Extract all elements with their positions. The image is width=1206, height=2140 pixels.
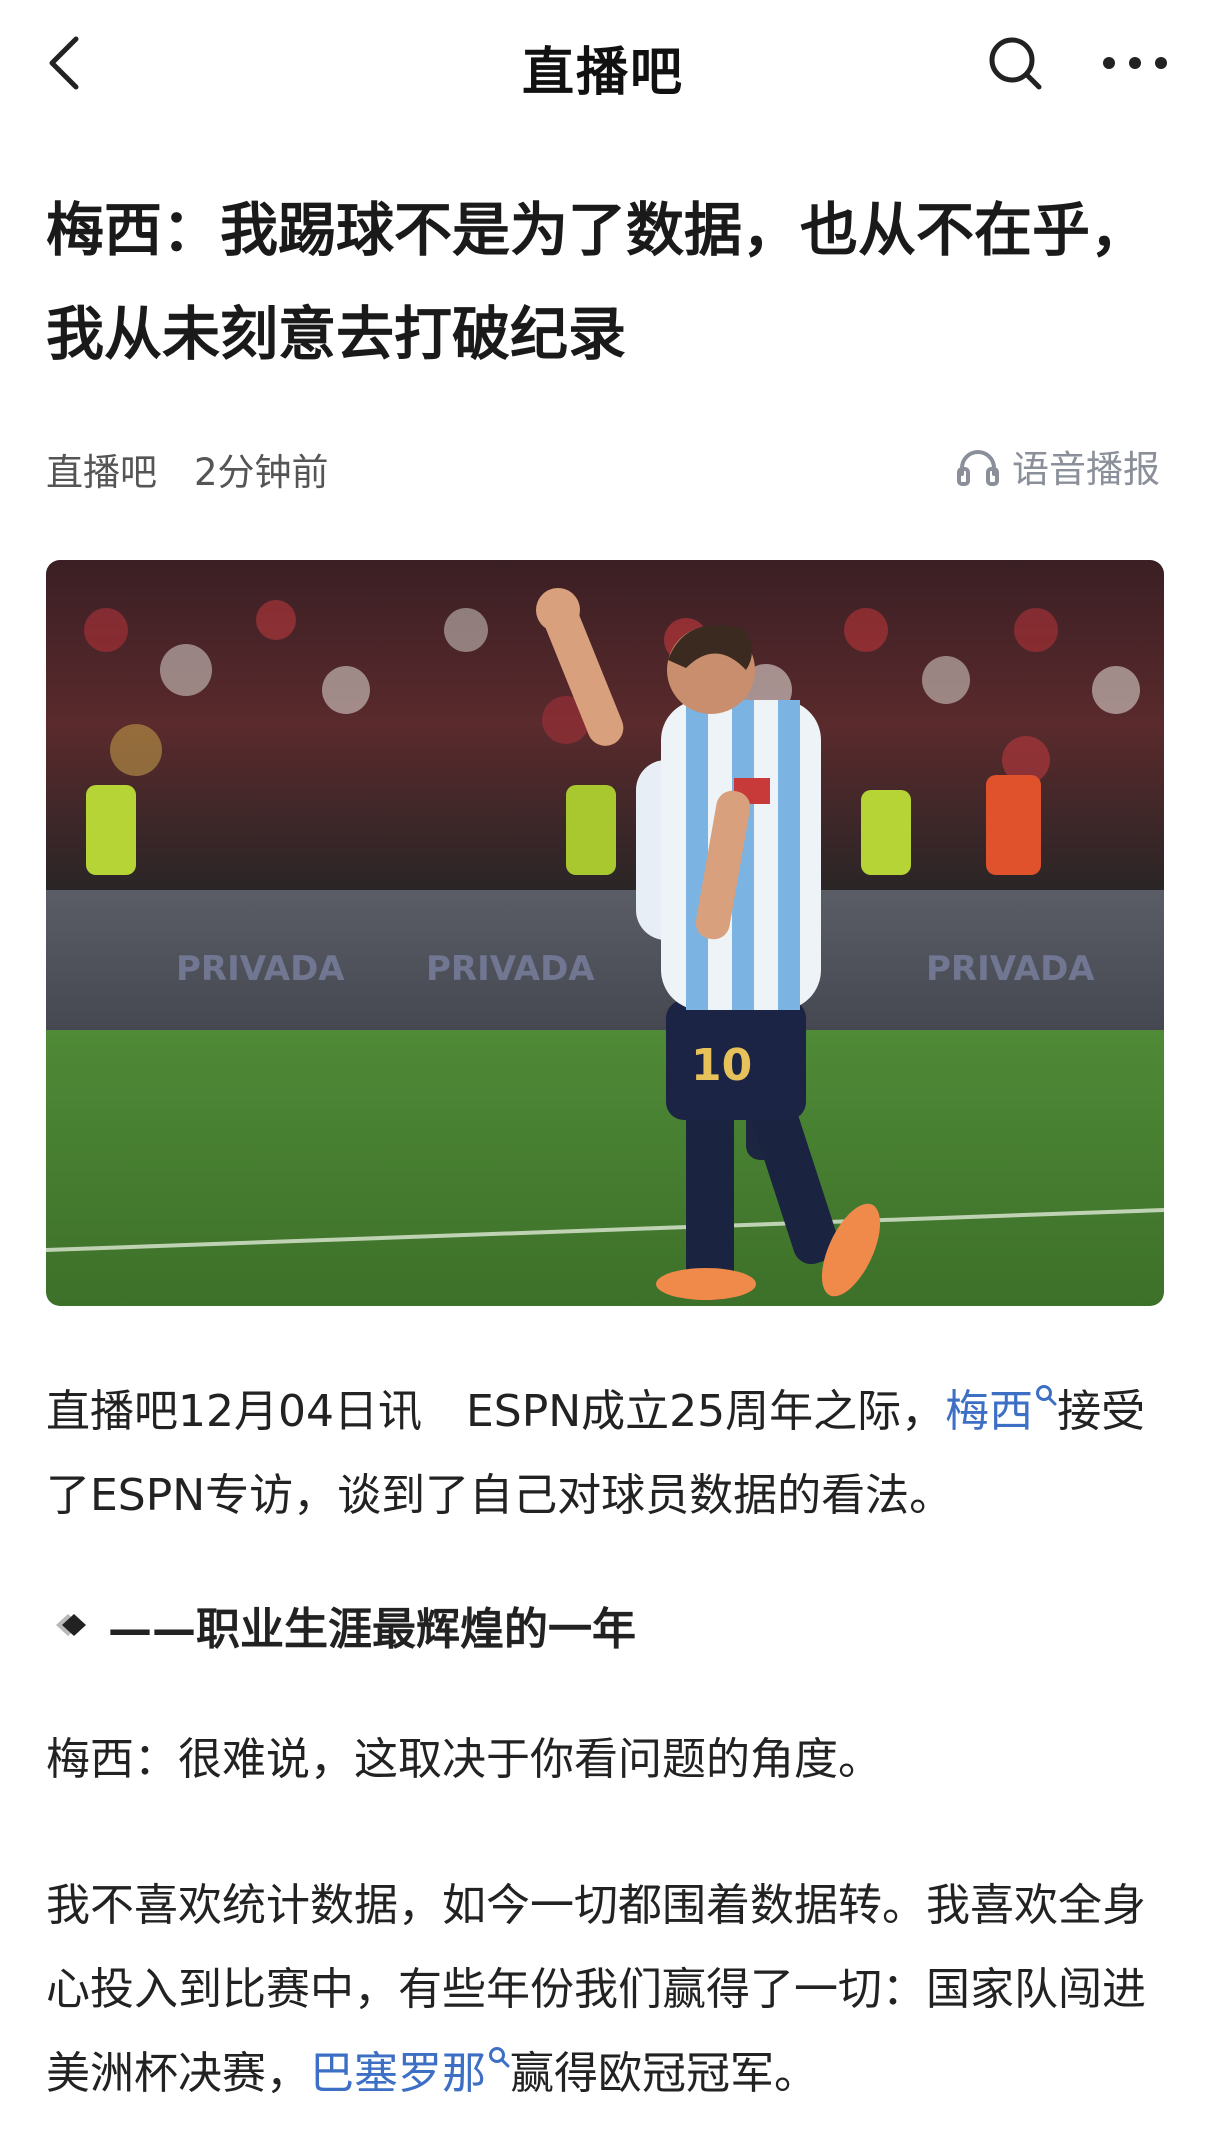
hero-photo: PRIVADA PRIVADA PRIVADA 10 <box>46 560 1164 1306</box>
diamond-icon <box>56 1614 86 1636</box>
audio-playback-label: 语音播报 <box>1012 448 1160 491</box>
paragraph-3-text-b: 赢得欧冠冠军。 <box>510 2048 818 2099</box>
search-icon <box>989 37 1042 90</box>
subheading-text: ——职业生涯最辉煌的一年 <box>108 1604 636 1655</box>
barcelona-link-label: 巴塞罗那 <box>310 2048 486 2099</box>
audio-playback-button[interactable]: 语音播报 <box>956 436 1160 496</box>
search-button[interactable] <box>980 28 1050 98</box>
messi-link-label: 梅西 <box>945 1386 1034 1437</box>
paragraph-1-text-a: 直播吧12月04日讯 ESPN成立25周年之际， <box>46 1386 946 1437</box>
top-nav-bar: 直播吧 <box>0 0 1206 130</box>
svg-text:PRIVADA: PRIVADA <box>176 949 345 989</box>
article-hero-image[interactable]: PRIVADA PRIVADA PRIVADA 10 <box>46 560 1164 1306</box>
article-meta: 直播吧 2分钟前 语音播报 <box>46 436 1160 496</box>
section-subheading: ——职业生涯最辉煌的一年 <box>46 1590 1164 1660</box>
barcelona-link[interactable]: 巴塞罗那 <box>310 2047 510 2099</box>
more-button[interactable] <box>1090 28 1180 98</box>
search-icon <box>1036 1385 1057 1406</box>
article-paragraph-3: 我不喜欢统计数据，如今一切都围着数据转。我喜欢全身心投入到比赛中，有些年份我们赢… <box>46 1864 1164 2116</box>
article-paragraph-1: 直播吧12月04日讯 ESPN成立25周年之际，梅西 接受了ESPN专访，谈到了自… <box>46 1370 1164 1538</box>
svg-text:10: 10 <box>691 1040 752 1091</box>
messi-link[interactable]: 梅西 <box>945 1385 1057 1437</box>
svg-text:PRIVADA: PRIVADA <box>926 949 1095 989</box>
headphones-icon <box>957 450 999 486</box>
article-title: 梅西：我踢球不是为了数据，也从不在乎，我从未刻意去打破纪录 <box>46 196 1149 368</box>
article-time: 2分钟前 <box>194 451 329 494</box>
svg-text:PRIVADA: PRIVADA <box>426 949 595 989</box>
article-paragraph-2: 梅西：很难说，这取决于你看问题的角度。 <box>46 1734 882 1785</box>
article-source[interactable]: 直播吧 <box>46 442 157 496</box>
search-icon <box>489 2047 510 2068</box>
more-dots-icon <box>1103 57 1167 69</box>
